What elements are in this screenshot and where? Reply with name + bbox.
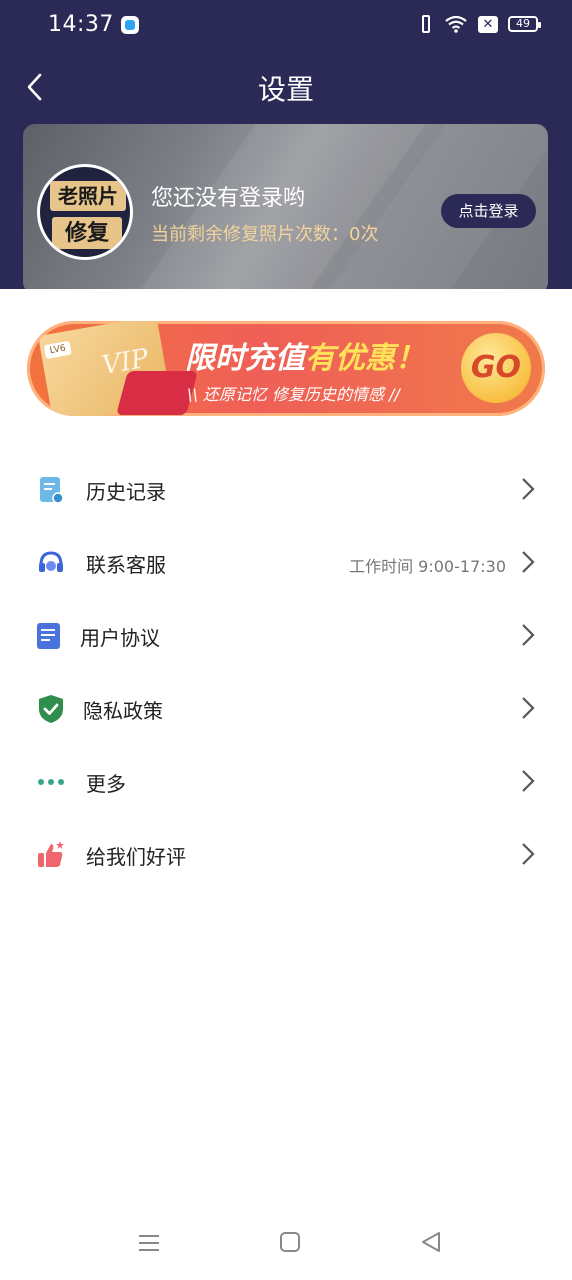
chevron-right-icon — [522, 697, 535, 719]
page-title: 设置 — [257, 73, 314, 106]
ribbon-graphic — [116, 371, 198, 415]
user-card: 老照片 修复 您还没有登录哟 当前剩余修复照片次数：0次 点击登录 — [23, 124, 548, 294]
wifi-icon — [445, 15, 467, 33]
more-dots-icon — [38, 779, 64, 785]
banner-title-part1: 限时充值 — [185, 341, 305, 376]
system-nav-bar — [0, 1210, 572, 1280]
go-button[interactable]: GO — [461, 333, 531, 403]
avatar-logo-text: 老照片 — [50, 181, 126, 211]
chevron-right-icon — [522, 551, 535, 573]
menu-label: 历史记录 — [86, 480, 166, 504]
recent-apps-icon[interactable] — [138, 1232, 160, 1254]
status-icons: ✕ 49 — [418, 14, 541, 34]
service-hours: 工作时间 9:00-17:30 — [349, 557, 506, 576]
chevron-right-icon — [522, 478, 535, 500]
menu-item-privacy-policy[interactable]: 隐私政策 — [0, 671, 572, 744]
menu-label: 用户协议 — [80, 626, 160, 650]
banner-title: 限时充值有优惠！ — [185, 333, 425, 377]
menu-label: 更多 — [86, 772, 126, 796]
settings-content: LV6 VIP 限时充值有优惠！ \\ 还原记忆 修复历史的情感 // GO 历… — [0, 289, 572, 1280]
vibrate-icon — [418, 14, 434, 34]
chevron-right-icon — [522, 624, 535, 646]
menu-item-user-agreement[interactable]: 用户协议 — [0, 598, 572, 671]
history-doc-icon — [40, 477, 64, 504]
status-bar: 14:37 ✕ 49 — [0, 0, 572, 52]
headset-icon — [39, 551, 63, 572]
menu-item-customer-service[interactable]: 联系客服 工作时间 9:00-17:30 — [0, 525, 572, 598]
agreement-icon — [37, 623, 60, 649]
thumbs-up-icon — [38, 841, 64, 867]
back-triangle-icon[interactable] — [420, 1230, 442, 1254]
no-sim-icon: ✕ — [478, 15, 498, 33]
chevron-right-icon — [522, 770, 535, 792]
menu-label: 联系客服 — [86, 553, 166, 577]
menu-item-history[interactable]: 历史记录 — [0, 452, 572, 525]
banner-subtitle: \\ 还原记忆 修复历史的情感 // — [187, 385, 400, 404]
shield-check-icon — [39, 695, 63, 723]
home-icon[interactable] — [280, 1232, 300, 1252]
menu-item-rate-us[interactable]: 给我们好评 — [0, 817, 572, 890]
login-button[interactable]: 点击登录 — [441, 194, 536, 228]
settings-menu: 历史记录 联系客服 工作时间 9:00-17:30 用户协议 隐私政策 更多 给… — [0, 452, 572, 890]
avatar[interactable]: 老照片 修复 — [37, 164, 133, 260]
app-notification-icon — [121, 16, 139, 34]
menu-item-more[interactable]: 更多 — [0, 744, 572, 817]
level-tag: LV6 — [43, 340, 72, 360]
recharge-banner[interactable]: LV6 VIP 限时充值有优惠！ \\ 还原记忆 修复历史的情感 // GO — [27, 321, 545, 416]
battery-icon: 49 — [508, 16, 541, 32]
banner-title-part2: 有优惠！ — [305, 341, 425, 376]
chevron-right-icon — [522, 843, 535, 865]
avatar-logo-text: 修复 — [52, 217, 122, 249]
remaining-count: 当前剩余修复照片次数：0次 — [151, 224, 379, 245]
menu-label: 隐私政策 — [83, 699, 163, 723]
status-time: 14:37 — [48, 12, 114, 37]
menu-label: 给我们好评 — [86, 845, 186, 869]
login-status-title: 您还没有登录哟 — [151, 186, 306, 211]
